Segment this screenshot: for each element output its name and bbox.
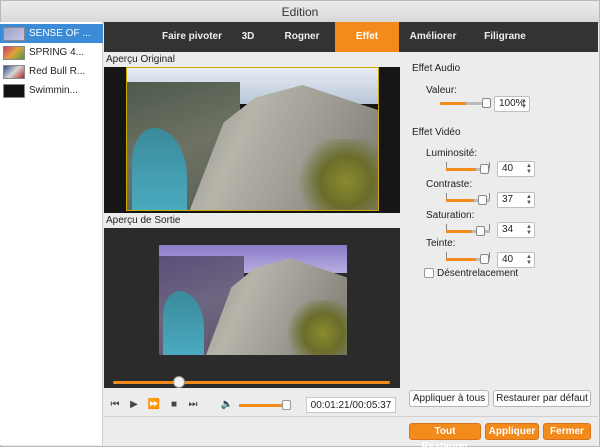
file-name: SENSE OF ... [29,28,91,39]
saturation-label: Saturation: [426,210,475,221]
window-title: Edition [1,1,599,23]
video-thumbnail [3,45,25,60]
tab-watermark[interactable]: Filigrane [474,22,536,52]
file-list: SENSE OF ... SPRING 4... Red Bull R... S… [0,22,103,445]
play-icon[interactable]: ▶ [127,396,141,414]
hue-handle[interactable] [480,254,489,264]
video-effect-heading: Effet Vidéo [412,127,461,138]
output-video-frame [159,245,347,355]
video-thumbnail [3,26,25,41]
file-name: Swimmin... [29,85,78,96]
audio-effect-heading: Effet Audio [412,63,461,74]
stepper-arrows-icon[interactable]: ▲ ▼ [526,163,532,175]
output-preview-label: Aperçu de Sortie [106,215,181,226]
fast-forward-icon[interactable]: ⏩ [147,396,161,414]
stepper-arrows-icon[interactable]: ▲ ▼ [526,194,532,206]
original-preview-label: Aperçu Original [106,54,175,65]
brightness-label: Luminosité: [426,148,478,159]
tab-3d[interactable]: 3D [232,22,264,52]
contrast-handle[interactable] [478,195,487,205]
restore-default-button[interactable]: Restaurer par défaut [493,390,591,407]
hue-stepper[interactable]: 40 ▲ ▼ [497,252,535,268]
original-video-frame [126,67,379,211]
seek-bar[interactable] [113,381,390,384]
file-item[interactable]: SPRING 4... [0,43,103,62]
file-name: Red Bull R... [29,66,86,77]
file-item[interactable]: SENSE OF ... [0,24,103,43]
volume-slider-handle[interactable] [282,400,291,410]
tab-effect[interactable]: Effet [335,22,399,52]
apply-to-all-button[interactable]: Appliquer à tous [409,390,489,407]
volume-icon[interactable]: 🔈 [220,396,234,414]
saturation-slider[interactable] [446,230,472,233]
skip-forward-icon[interactable]: ⏭ [186,396,200,414]
hue-label: Teinte: [426,238,456,249]
time-display: 00:01:21/00:05:37 [306,397,396,413]
file-item[interactable]: Swimmin... [0,81,103,100]
tab-enhance[interactable]: Améliorer [402,22,464,52]
file-name: SPRING 4... [29,47,85,58]
stepper-arrows-icon[interactable]: ▲ ▼ [521,98,527,110]
seek-handle[interactable] [173,376,185,388]
saturation-stepper[interactable]: 34 ▲ ▼ [497,222,535,238]
tab-rotate[interactable]: Faire pivoter [152,22,232,52]
tab-crop[interactable]: Rogner [276,22,328,52]
video-thumbnail [3,64,25,79]
brightness-stepper[interactable]: 40 ▲ ▼ [497,161,535,177]
contrast-slider[interactable] [446,199,474,202]
brightness-slider[interactable] [446,168,476,171]
restore-all-button[interactable]: Tout Restaurer [409,423,481,447]
audio-volume-handle[interactable] [482,98,491,108]
saturation-handle[interactable] [476,226,485,236]
stepper-arrows-icon[interactable]: ▲ ▼ [526,224,532,236]
stop-icon[interactable]: ■ [167,396,181,414]
close-button[interactable]: Fermer [543,423,591,440]
audio-volume-label: Valeur: [426,85,457,96]
apply-button[interactable]: Appliquer [485,423,539,440]
skip-back-icon[interactable]: ⏮ [108,396,122,414]
deinterlace-label: Désentrelacement [437,268,519,279]
deinterlace-checkbox[interactable] [424,268,434,278]
contrast-stepper[interactable]: 37 ▲ ▼ [497,192,535,208]
hue-slider[interactable] [446,258,476,261]
audio-volume-slider[interactable] [440,102,466,105]
audio-volume-stepper[interactable]: 100% ▲ ▼ [494,96,530,112]
video-thumbnail [3,83,25,98]
tab-bar: Faire pivoter 3D Rogner Effet Améliorer … [104,22,598,52]
stepper-arrows-icon[interactable]: ▲ ▼ [526,254,532,266]
contrast-label: Contraste: [426,179,473,190]
file-item[interactable]: Red Bull R... [0,62,103,81]
brightness-handle[interactable] [480,164,489,174]
